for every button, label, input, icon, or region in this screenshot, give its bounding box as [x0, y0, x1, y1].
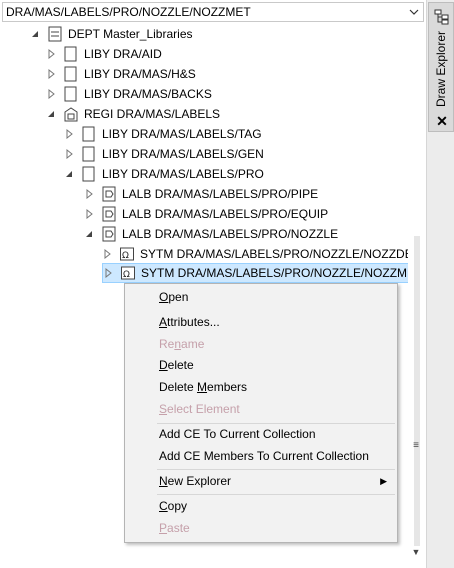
- tree-node-label: LIBY DRA/MAS/LABELS/GEN: [102, 147, 264, 161]
- library-icon: [64, 46, 77, 62]
- tree-vertical-scrollbar[interactable]: ≡ ▼: [408, 22, 425, 564]
- tree-node-label: SYTM DRA/MAS/LABELS/PRO/NOZZLE/NOZZMET: [141, 266, 412, 280]
- library-icon: [82, 146, 95, 162]
- collapsed-arrow-icon[interactable]: [84, 209, 94, 219]
- tree-node-label: LIBY DRA/MAS/LABELS/PRO: [102, 167, 264, 181]
- tree-node-liby-labels-gen[interactable]: LIBY DRA/MAS/LABELS/GEN: [64, 144, 264, 164]
- tree-node-label: DEPT Master_Libraries: [68, 27, 193, 41]
- menu-item-delete[interactable]: Delete: [159, 355, 194, 375]
- symbol-template-icon: Ω: [121, 266, 135, 280]
- context-menu: Open Attributes... Rename Delete Delete …: [124, 283, 398, 543]
- tree-node-regi-labels[interactable]: REGI DRA/MAS/LABELS: [46, 104, 220, 124]
- region-icon: [64, 107, 78, 122]
- chevron-down-icon[interactable]: [407, 5, 421, 19]
- tree-node-label: LIBY DRA/AID: [84, 47, 162, 61]
- menu-item-delete-members[interactable]: Delete Members: [159, 377, 247, 397]
- label-library-icon: [102, 206, 116, 222]
- expanded-arrow-icon[interactable]: [46, 109, 56, 119]
- tree-node-lalb-nozzle[interactable]: LALB DRA/MAS/LABELS/PRO/NOZZLE: [84, 224, 338, 244]
- menu-item-new-explorer[interactable]: New Explorer ▶: [159, 471, 395, 491]
- menu-item-add-ce-to-collection[interactable]: Add CE To Current Collection: [159, 424, 316, 444]
- tree-node-label: LALB DRA/MAS/LABELS/PRO/PIPE: [122, 187, 319, 201]
- tree-node-dept-master-libraries[interactable]: DEPT Master_Libraries: [30, 24, 193, 44]
- tree-node-label: LIBY DRA/MAS/LABELS/TAG: [102, 127, 262, 141]
- collapsed-arrow-icon[interactable]: [102, 249, 112, 259]
- scroll-down-arrow-icon[interactable]: ▼: [411, 547, 421, 557]
- scroll-grip-icon[interactable]: ≡: [410, 440, 422, 452]
- collapsed-arrow-icon[interactable]: [103, 268, 113, 278]
- draw-explorer-dock-tab[interactable]: Draw Explorer ✕: [428, 2, 454, 132]
- tree-node-label: SYTM DRA/MAS/LABELS/PRO/NOZZLE/NOZZDES: [140, 247, 412, 261]
- menu-item-copy[interactable]: Copy: [159, 496, 187, 516]
- svg-text:Ω: Ω: [122, 251, 129, 261]
- tree-node-liby-aid[interactable]: LIBY DRA/AID: [46, 44, 162, 64]
- menu-item-add-ce-members-to-collection[interactable]: Add CE Members To Current Collection: [159, 446, 369, 466]
- collapsed-arrow-icon[interactable]: [84, 189, 94, 199]
- dock-side-strip: Draw Explorer ✕: [426, 0, 454, 568]
- tree-node-liby-backs[interactable]: LIBY DRA/MAS/BACKS: [46, 84, 212, 104]
- submenu-arrow-icon: ▶: [380, 476, 387, 486]
- label-library-icon: [102, 226, 116, 242]
- department-icon: [48, 26, 62, 42]
- expanded-arrow-icon[interactable]: [64, 169, 74, 179]
- collapsed-arrow-icon[interactable]: [64, 129, 74, 139]
- tree-node-label: LALB DRA/MAS/LABELS/PRO/EQUIP: [122, 207, 329, 221]
- tree-node-liby-labels-tag[interactable]: LIBY DRA/MAS/LABELS/TAG: [64, 124, 262, 144]
- path-combobox-value: DRA/MAS/LABELS/PRO/NOZZLE/NOZZMET: [6, 5, 251, 19]
- tree-node-lalb-pipe[interactable]: LALB DRA/MAS/LABELS/PRO/PIPE: [84, 184, 318, 204]
- dock-tab-label: Draw Explorer: [434, 30, 448, 107]
- menu-separator: [157, 469, 395, 470]
- library-icon: [82, 126, 95, 142]
- tree-node-label: REGI DRA/MAS/LABELS: [84, 107, 221, 121]
- menu-item-open[interactable]: Open: [159, 287, 188, 307]
- library-icon: [64, 86, 77, 102]
- collapsed-arrow-icon[interactable]: [46, 69, 56, 79]
- draw-explorer-window: DRA/MAS/LABELS/PRO/NOZZLE/NOZZMET DEPT M…: [0, 0, 454, 568]
- library-icon: [82, 166, 95, 182]
- library-icon: [64, 66, 77, 82]
- collapsed-arrow-icon[interactable]: [46, 89, 56, 99]
- expanded-arrow-icon[interactable]: [30, 29, 40, 39]
- menu-item-select-element: Select Element: [159, 402, 240, 416]
- tree-node-label: LALB DRA/MAS/LABELS/PRO/NOZZLE: [122, 227, 339, 241]
- collapsed-arrow-icon[interactable]: [64, 149, 74, 159]
- menu-item-attributes[interactable]: Attributes...: [159, 312, 220, 332]
- menu-separator: [157, 494, 395, 495]
- tree-node-sytm-nozzmet[interactable]: Ω SYTM DRA/MAS/LABELS/PRO/NOZZLE/NOZZMET: [102, 263, 412, 283]
- collapsed-arrow-icon[interactable]: [46, 49, 56, 59]
- tree-node-liby-hs[interactable]: LIBY DRA/MAS/H&S: [46, 64, 196, 84]
- tree-node-sytm-nozzdes[interactable]: Ω SYTM DRA/MAS/LABELS/PRO/NOZZLE/NOZZDES: [102, 244, 412, 264]
- label-library-icon: [102, 186, 116, 202]
- tree-node-liby-labels-pro[interactable]: LIBY DRA/MAS/LABELS/PRO: [64, 164, 264, 184]
- menu-item-rename: Rename: [159, 337, 205, 351]
- tree-node-label: LIBY DRA/MAS/BACKS: [84, 87, 212, 101]
- svg-text:Ω: Ω: [123, 270, 130, 280]
- tree-node-lalb-equip[interactable]: LALB DRA/MAS/LABELS/PRO/EQUIP: [84, 204, 328, 224]
- tree-view-icon: [434, 9, 449, 25]
- scrollbar-thumb[interactable]: [414, 236, 420, 546]
- expanded-arrow-icon[interactable]: [84, 229, 94, 239]
- menu-item-paste: Paste: [159, 521, 190, 535]
- symbol-template-icon: Ω: [120, 247, 134, 261]
- tree-node-label: LIBY DRA/MAS/H&S: [84, 67, 196, 81]
- close-icon[interactable]: ✕: [434, 113, 450, 129]
- path-combobox[interactable]: DRA/MAS/LABELS/PRO/NOZZLE/NOZZMET: [2, 2, 424, 22]
